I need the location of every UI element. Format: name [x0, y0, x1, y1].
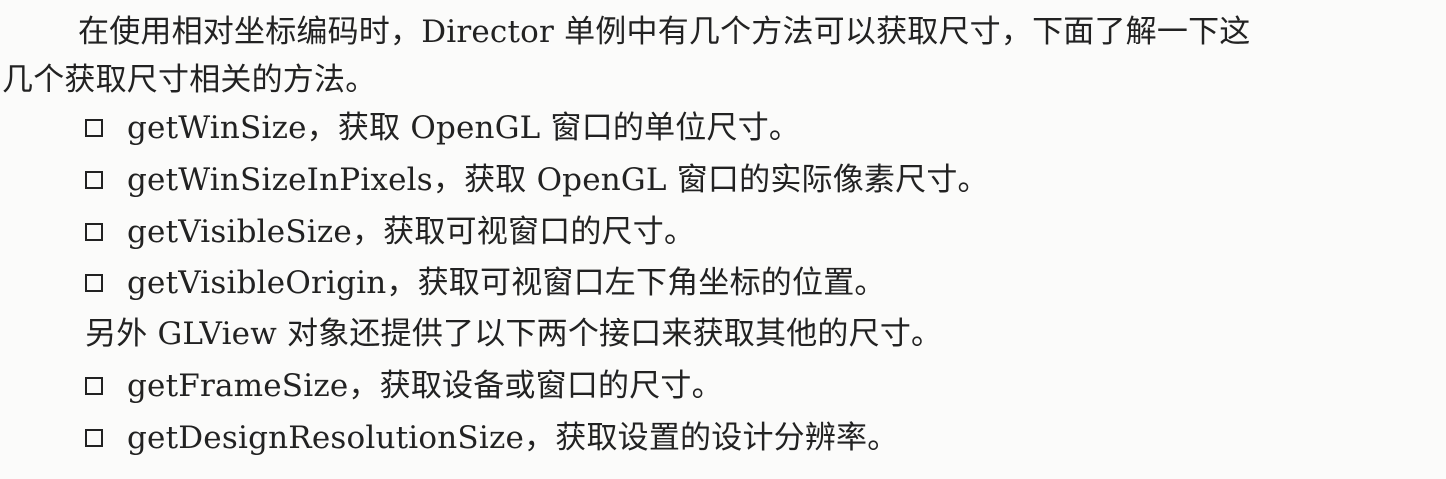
- list-item: getFrameSize，获取设备或窗口的尺寸。: [85, 366, 723, 406]
- list-item-text: getFrameSize，获取设备或窗口的尺寸。: [127, 368, 723, 404]
- list-item: getWinSizeInPixels，获取 OpenGL 窗口的实际像素尺寸。: [85, 160, 989, 200]
- document-page: 在使用相对坐标编码时，Director 单例中有几个方法可以获取尺寸，下面了解一…: [0, 0, 1446, 479]
- list-item-text: getWinSizeInPixels，获取 OpenGL 窗口的实际像素尺寸。: [127, 162, 989, 198]
- list-item: getVisibleOrigin，获取可视窗口左下角坐标的位置。: [85, 263, 886, 303]
- list-item-text: getWinSize，获取 OpenGL 窗口的单位尺寸。: [127, 110, 801, 146]
- list-item-text: getVisibleSize，获取可视窗口的尺寸。: [127, 214, 696, 250]
- paragraph-line-1: 在使用相对坐标编码时，Director 单例中有几个方法可以获取尺寸，下面了解一…: [78, 14, 1251, 50]
- list-item-text: getVisibleOrigin，获取可视窗口左下角坐标的位置。: [127, 265, 886, 301]
- checkbox-square-icon: [85, 118, 103, 137]
- checkbox-square-icon: [85, 273, 103, 292]
- checkbox-square-icon: [85, 222, 103, 241]
- list-item: getWinSize，获取 OpenGL 窗口的单位尺寸。: [85, 108, 800, 148]
- checkbox-square-icon: [85, 170, 103, 189]
- checkbox-square-icon: [85, 376, 103, 395]
- list-item: getDesignResolutionSize，获取设置的设计分辨率。: [85, 418, 898, 458]
- checkbox-square-icon: [85, 428, 103, 447]
- list-item-text: getDesignResolutionSize，获取设置的设计分辨率。: [127, 420, 899, 456]
- paragraph-line-3: 另外 GLView 对象还提供了以下两个接口来获取其他的尺寸。: [85, 316, 943, 352]
- list-item: getVisibleSize，获取可视窗口的尺寸。: [85, 212, 695, 252]
- paragraph-line-2: 几个获取尺寸相关的方法。: [2, 62, 377, 98]
